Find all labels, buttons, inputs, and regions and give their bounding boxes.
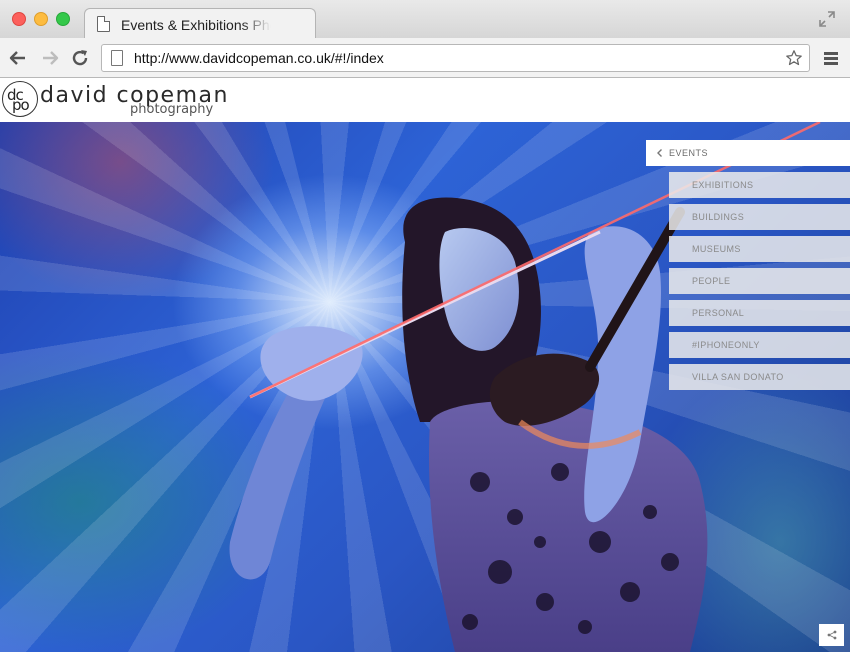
back-arrow-icon[interactable]: [8, 48, 28, 68]
forward-arrow-icon[interactable]: [40, 48, 60, 68]
menu-item-buildings[interactable]: BUILDINGS: [669, 204, 850, 230]
menu-item-people[interactable]: PEOPLE: [669, 268, 850, 294]
site-tagline: photography: [130, 102, 214, 117]
hamburger-menu-icon[interactable]: [824, 52, 838, 65]
logo-mark-bottom: po: [12, 96, 30, 114]
menu-header-events[interactable]: EVENTS: [646, 140, 850, 166]
share-icon: [827, 630, 836, 640]
browser-titlebar: Events & Exhibitions Photography: [0, 0, 850, 39]
chevron-left-icon: [657, 149, 662, 157]
zoom-window-button[interactable]: [56, 12, 70, 26]
menu-item-villa-san-donato[interactable]: VILLA SAN DONATO: [669, 364, 850, 390]
address-bar[interactable]: http://www.davidcopeman.co.uk/#!/index: [101, 44, 810, 72]
close-window-button[interactable]: [12, 12, 26, 26]
fullscreen-icon[interactable]: [818, 10, 836, 28]
menu-item-iphoneonly[interactable]: #IPHONEONLY: [669, 332, 850, 358]
document-icon: [97, 16, 110, 32]
menu-item-personal[interactable]: PERSONAL: [669, 300, 850, 326]
menu-item-museums[interactable]: MUSEUMS: [669, 236, 850, 262]
browser-tab[interactable]: Events & Exhibitions Photography: [84, 8, 316, 39]
page-icon: [111, 50, 123, 66]
url-text: http://www.davidcopeman.co.uk/#!/index: [134, 50, 384, 66]
tab-title: Events & Exhibitions Photography: [121, 17, 271, 33]
hero-image: EVENTS EXHIBITIONS BUILDINGS MUSEUMS PEO…: [0, 122, 850, 652]
site-header: dc po david copeman photography: [0, 79, 850, 122]
logo-mark[interactable]: dc po: [2, 81, 38, 117]
minimize-window-button[interactable]: [34, 12, 48, 26]
menu-header-label: EVENTS: [669, 148, 709, 158]
browser-toolbar: http://www.davidcopeman.co.uk/#!/index: [0, 38, 850, 78]
star-icon[interactable]: [785, 49, 803, 67]
menu-item-exhibitions[interactable]: EXHIBITIONS: [669, 172, 850, 198]
reload-icon[interactable]: [70, 48, 90, 68]
share-button[interactable]: [819, 624, 844, 646]
